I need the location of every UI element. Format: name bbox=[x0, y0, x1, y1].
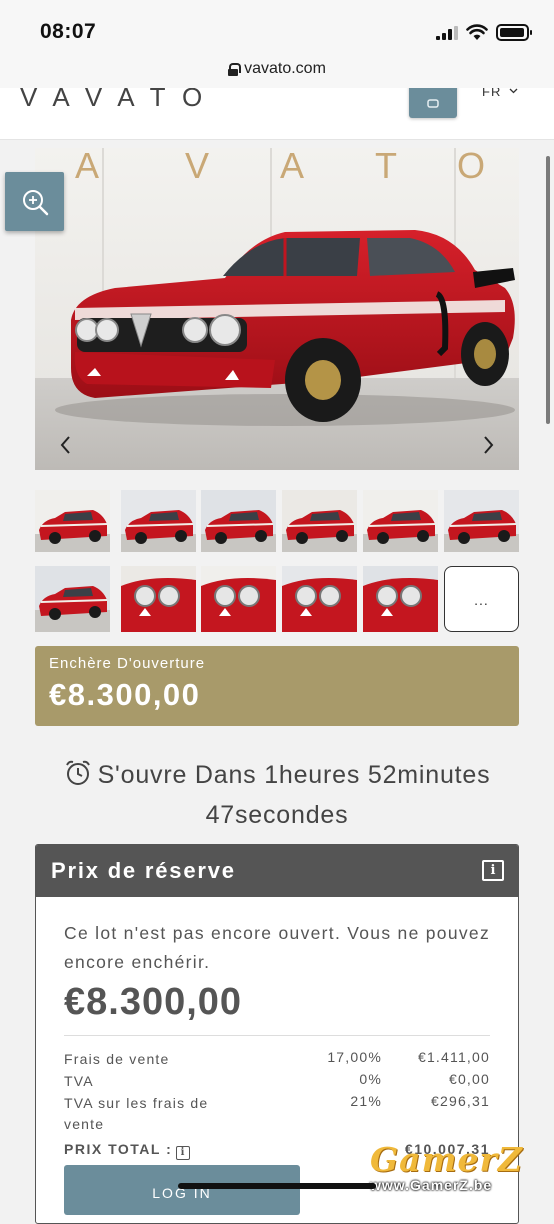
opening-bid-value: €8.300,00 bbox=[49, 677, 201, 712]
fee-label: TVA sur les frais de vente bbox=[64, 1095, 209, 1132]
reserve-amount: €8.300,00 bbox=[64, 981, 243, 1023]
watermark-brand: GamerZ bbox=[370, 1140, 523, 1179]
svg-text:A: A bbox=[75, 148, 101, 186]
thumbnail-image[interactable] bbox=[35, 490, 110, 552]
svg-text:A: A bbox=[280, 148, 304, 186]
countdown-timer: S'ouvre Dans 1heures 52minutes 47seconde… bbox=[35, 755, 519, 835]
status-time: 08:07 bbox=[40, 20, 97, 43]
home-indicator[interactable] bbox=[178, 1183, 376, 1189]
countdown-line1: S'ouvre Dans 1heures 52minutes bbox=[97, 761, 491, 789]
car-thumbnail bbox=[363, 490, 438, 552]
fee-rate: 0% bbox=[359, 1071, 382, 1087]
car-thumbnail bbox=[35, 490, 110, 552]
svg-text:V: V bbox=[185, 148, 209, 186]
browser-url-bar[interactable]: vavato.com bbox=[0, 58, 554, 88]
thumbnail-image[interactable] bbox=[363, 566, 438, 632]
svg-text:T: T bbox=[375, 148, 397, 186]
opening-bid-panel: Enchère D'ouverture €8.300,00 bbox=[35, 646, 519, 726]
watermark-site: www.GamerZ.be bbox=[370, 1177, 493, 1193]
car-thumbnail bbox=[282, 566, 357, 632]
thumbnail-image[interactable] bbox=[201, 566, 276, 632]
site-header: VAVATO FR bbox=[0, 88, 554, 140]
thumbnail-image[interactable] bbox=[282, 566, 357, 632]
zoom-button[interactable] bbox=[5, 172, 64, 231]
fee-label: TVA bbox=[64, 1073, 94, 1089]
more-photos-button[interactable]: ... bbox=[444, 566, 519, 632]
car-thumbnail bbox=[363, 566, 438, 632]
chevron-right-icon bbox=[484, 436, 494, 454]
url-text: vavato.com bbox=[244, 60, 326, 77]
countdown-line2: 47secondes bbox=[205, 801, 349, 829]
divider bbox=[64, 1035, 490, 1036]
info-icon[interactable]: i bbox=[176, 1146, 191, 1160]
page-scrollbar[interactable] bbox=[546, 156, 550, 424]
thumbnail-image[interactable] bbox=[363, 490, 438, 552]
language-selector[interactable]: FR bbox=[482, 88, 518, 99]
wifi-icon bbox=[466, 24, 488, 40]
fee-value: €1.411,00 bbox=[417, 1049, 490, 1065]
magnifier-plus-icon bbox=[23, 190, 49, 216]
reserve-header: Prix de réserve i bbox=[36, 845, 518, 897]
main-lot-photo[interactable]: A V A T O bbox=[35, 148, 519, 470]
gallery-prev-button[interactable] bbox=[50, 428, 80, 462]
thumbnail-image[interactable] bbox=[121, 566, 196, 632]
car-thumbnail bbox=[35, 566, 110, 632]
fee-rate: 21% bbox=[350, 1093, 382, 1109]
fee-value: €296,31 bbox=[430, 1093, 490, 1109]
reserve-title: Prix de réserve bbox=[51, 858, 236, 883]
account-button[interactable] bbox=[409, 88, 457, 118]
fee-rate: 17,00% bbox=[327, 1049, 382, 1065]
battery-icon bbox=[496, 24, 532, 41]
thumbnail-image[interactable] bbox=[282, 490, 357, 552]
car-photo: A V A T O bbox=[35, 148, 519, 470]
svg-text:O: O bbox=[457, 148, 485, 186]
lot-not-open-message: Ce lot n'est pas encore ouvert. Vous ne … bbox=[64, 923, 491, 972]
car-thumbnail bbox=[282, 490, 357, 552]
thumbnail-image[interactable] bbox=[35, 566, 110, 632]
fee-value: €0,00 bbox=[448, 1071, 490, 1087]
chevron-down-icon bbox=[509, 88, 518, 94]
car-thumbnail bbox=[444, 490, 519, 552]
thumbnail-image[interactable] bbox=[201, 490, 276, 552]
total-label: PRIX TOTAL : bbox=[64, 1141, 173, 1157]
gallery-next-button[interactable] bbox=[474, 428, 504, 462]
language-label: FR bbox=[482, 88, 502, 99]
car-thumbnail bbox=[121, 490, 196, 552]
alarm-clock-icon bbox=[65, 760, 90, 785]
info-icon[interactable]: i bbox=[482, 860, 504, 881]
car-thumbnail bbox=[201, 566, 276, 632]
status-bar: 08:07 bbox=[0, 0, 554, 58]
user-icon bbox=[427, 99, 439, 108]
car-thumbnail bbox=[201, 490, 276, 552]
watermark: GamerZ www.GamerZ.be bbox=[362, 1140, 542, 1196]
cellular-signal-icon bbox=[436, 26, 458, 40]
car-thumbnail bbox=[121, 566, 196, 632]
opening-bid-label: Enchère D'ouverture bbox=[49, 655, 206, 672]
thumbnail-image[interactable] bbox=[121, 490, 196, 552]
chevron-left-icon bbox=[60, 436, 70, 454]
lock-icon bbox=[228, 62, 242, 76]
thumbnail-image[interactable] bbox=[444, 490, 519, 552]
login-button[interactable]: LOG IN bbox=[64, 1165, 300, 1215]
fee-label: Frais de vente bbox=[64, 1051, 170, 1067]
site-logo[interactable]: VAVATO bbox=[20, 88, 219, 113]
